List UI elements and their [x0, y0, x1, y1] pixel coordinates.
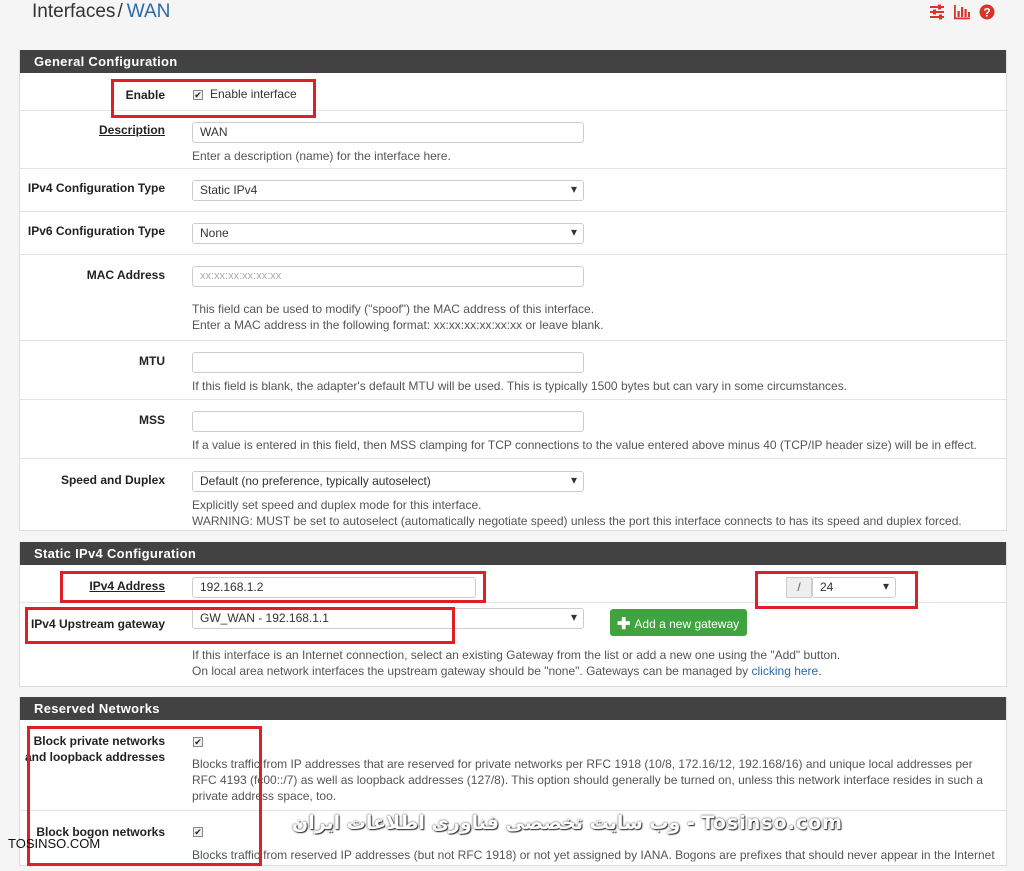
gateway-help-2-text: On local area network interfaces the ups…: [192, 664, 752, 678]
ipv4-type-row: IPv4 Configuration Type Static IPv4: [20, 169, 1006, 212]
mac-label: MAC Address: [86, 268, 165, 282]
mtu-help: If this field is blank, the adapter's de…: [192, 379, 848, 393]
ipv4-type-label: IPv4 Configuration Type: [27, 181, 165, 195]
gateway-label: IPv4 Upstream gateway: [30, 617, 165, 631]
watermark-text: وب سایت تخصصی فناوری اطلاعات ایران - Tos…: [292, 812, 843, 834]
mac-input[interactable]: xx:xx:xx:xx:xx:xx: [192, 266, 584, 287]
block-private-checkbox[interactable]: ✔: [193, 737, 203, 747]
header-icons: ?: [928, 3, 996, 21]
ipv4-address-input[interactable]: 192.168.1.2: [192, 577, 476, 598]
ipv6-type-select[interactable]: None: [192, 223, 584, 244]
ipv4-type-select[interactable]: Static IPv4: [192, 180, 584, 201]
add-gateway-label: Add a new gateway: [634, 617, 740, 631]
panel-title: Reserved Networks: [20, 697, 1006, 720]
general-configuration-panel: General Configuration Enable ✔ Enable in…: [19, 50, 1007, 531]
description-row: Description WAN Enter a description (nam…: [20, 111, 1006, 169]
gateway-manage-link[interactable]: clicking here: [752, 664, 819, 678]
ipv6-type-row: IPv6 Configuration Type None: [20, 212, 1006, 255]
ipv4-address-row: IPv4 Address 192.168.1.2 / 24: [20, 565, 1006, 603]
speed-duplex-label: Speed and Duplex: [60, 473, 165, 487]
mss-input[interactable]: [192, 411, 584, 432]
breadcrumb: Interfaces / WAN: [32, 1, 170, 23]
enable-checkbox-label[interactable]: Enable interface: [210, 87, 297, 101]
speed-duplex-select[interactable]: Default (no preference, typically autose…: [192, 471, 584, 492]
speed-duplex-help-1: Explicitly set speed and duplex mode for…: [192, 498, 482, 512]
mac-help-2: Enter a MAC address in the following for…: [192, 318, 604, 332]
cidr-slash: /: [786, 577, 812, 598]
help-icon[interactable]: ?: [978, 3, 996, 21]
block-private-help-3: private address space, too.: [192, 789, 337, 803]
block-private-help-1: Blocks traffic from IP addresses that ar…: [192, 757, 973, 771]
svg-text:?: ?: [983, 6, 990, 20]
block-private-label-2: and loopback addresses: [24, 750, 165, 764]
mac-help-1: This field can be used to modify ("spoof…: [192, 302, 595, 316]
enable-label: Enable: [125, 88, 165, 102]
sliders-icon[interactable]: [928, 3, 946, 21]
description-label: Description: [98, 123, 165, 137]
block-bogon-help-1: Blocks traffic from reserved IP addresse…: [192, 848, 995, 862]
bar-chart-icon[interactable]: [953, 3, 971, 21]
gateway-help-1: If this interface is an Internet connect…: [192, 648, 841, 662]
block-private-row: Block private networks and loopback addr…: [20, 720, 1006, 811]
block-private-help-2: RFC 4193 (fc00::/7) as well as loopback …: [192, 773, 983, 787]
gateway-help-2: On local area network interfaces the ups…: [192, 663, 822, 679]
block-bogon-checkbox[interactable]: ✔: [193, 827, 203, 837]
enable-checkbox[interactable]: ✔: [193, 90, 203, 100]
mss-row: MSS If a value is entered in this field,…: [20, 400, 1006, 459]
breadcrumb-interfaces[interactable]: Interfaces: [32, 1, 115, 22]
mtu-row: MTU If this field is blank, the adapter'…: [20, 341, 1006, 400]
watermark-logo-text: TOSINSO.COM: [8, 836, 101, 851]
ipv6-type-label: IPv6 Configuration Type: [27, 224, 165, 238]
enable-row: Enable ✔ Enable interface: [20, 73, 1006, 111]
static-ipv4-panel: Static IPv4 Configuration IPv4 Address 1…: [19, 542, 1007, 687]
cidr-select[interactable]: 24: [812, 577, 896, 598]
plus-icon: ✚: [617, 616, 631, 633]
ipv4-address-label: IPv4 Address: [89, 579, 165, 593]
mtu-input[interactable]: [192, 352, 584, 373]
mtu-label: MTU: [139, 354, 165, 368]
reserved-networks-panel: Reserved Networks Block private networks…: [19, 697, 1007, 866]
panel-title: General Configuration: [20, 50, 1006, 73]
gateway-help-2-suffix: .: [818, 664, 822, 678]
gateway-select[interactable]: GW_WAN - 192.168.1.1: [192, 608, 584, 629]
page-header: Interfaces / WAN ?: [0, 0, 1024, 34]
description-help: Enter a description (name) for the inter…: [192, 149, 451, 163]
breadcrumb-current[interactable]: WAN: [127, 1, 171, 22]
add-gateway-button[interactable]: ✚ Add a new gateway: [610, 609, 748, 636]
breadcrumb-separator: /: [117, 1, 123, 22]
mac-row: MAC Address xx:xx:xx:xx:xx:xx This field…: [20, 255, 1006, 341]
speed-duplex-row: Speed and Duplex Default (no preference,…: [20, 459, 1006, 531]
block-private-label-1: Block private networks: [33, 734, 165, 748]
mss-label: MSS: [138, 413, 165, 427]
gateway-row: IPv4 Upstream gateway GW_WAN - 192.168.1…: [20, 603, 1006, 687]
speed-duplex-help-2: WARNING: MUST be set to autoselect (auto…: [192, 514, 962, 528]
description-input[interactable]: WAN: [192, 122, 584, 143]
panel-title: Static IPv4 Configuration: [20, 542, 1006, 565]
mss-help: If a value is entered in this field, the…: [192, 438, 977, 452]
